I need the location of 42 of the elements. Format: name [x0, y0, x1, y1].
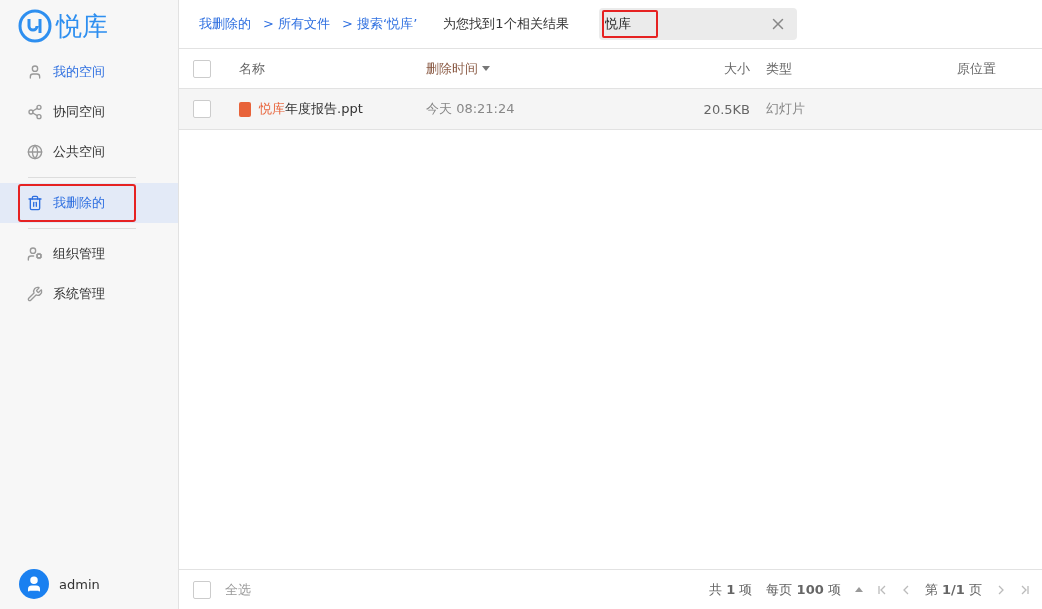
table-cell-text: 幻灯片 — [766, 100, 806, 118]
total-count: 共 1 项 — [709, 580, 753, 599]
checkbox[interactable] — [193, 580, 211, 599]
wrench-icon — [27, 286, 43, 302]
column-header[interactable]: 名称 — [239, 59, 426, 78]
logo-text: 悦库 — [56, 9, 108, 43]
breadcrumb-link[interactable]: 我删除的 — [199, 15, 251, 33]
next-page-icon[interactable] — [996, 584, 1006, 595]
last-page-icon[interactable] — [1020, 584, 1030, 595]
column-header[interactable]: 类型 — [766, 59, 916, 78]
user-gear-icon — [27, 246, 43, 262]
column-header[interactable]: 删除时间 — [426, 59, 656, 78]
select-all-label: 全选 — [225, 580, 251, 599]
globe-icon — [27, 144, 43, 160]
page-size[interactable]: 每页 100 项 — [766, 580, 841, 599]
user-name: admin — [59, 576, 100, 592]
trash-icon — [27, 195, 43, 211]
sidebar-item[interactable]: 我的空间 — [0, 52, 178, 92]
breadcrumb-link[interactable]: > 所有文件 — [263, 15, 331, 33]
caret-up-icon[interactable] — [854, 587, 863, 592]
breadcrumb-link[interactable]: > 搜索‘悦库’ — [342, 15, 418, 33]
search-field[interactable]: 悦库 — [598, 8, 797, 40]
table-cell-text: 今天 08:21:24 — [426, 100, 516, 118]
share-icon — [27, 104, 43, 120]
page-number: 第 1/1 页 — [924, 580, 982, 599]
caret-icon — [482, 66, 490, 71]
avatar-icon — [19, 569, 49, 599]
column-header[interactable]: 原位置 — [916, 59, 1042, 78]
checkbox[interactable] — [193, 59, 211, 78]
checkbox[interactable] — [193, 100, 211, 118]
result-text: 为您找到1个相关结果 — [443, 15, 569, 33]
first-page-icon[interactable] — [876, 584, 887, 595]
user-icon — [27, 64, 43, 80]
ppt-file-icon — [239, 101, 251, 117]
sidebar-item[interactable]: 公共空间 — [0, 132, 178, 183]
logo-icon — [18, 9, 52, 43]
sidebar-item[interactable]: 组织管理 — [0, 234, 178, 274]
table-cell-text: 20.5KB — [702, 101, 751, 117]
sidebar-item[interactable]: 协同空间 — [0, 92, 178, 132]
file-name[interactable]: 悦库年度报告.ppt — [259, 100, 363, 118]
sidebar-item[interactable]: 系统管理 — [0, 274, 178, 314]
column-header[interactable]: 大小 — [656, 59, 766, 78]
